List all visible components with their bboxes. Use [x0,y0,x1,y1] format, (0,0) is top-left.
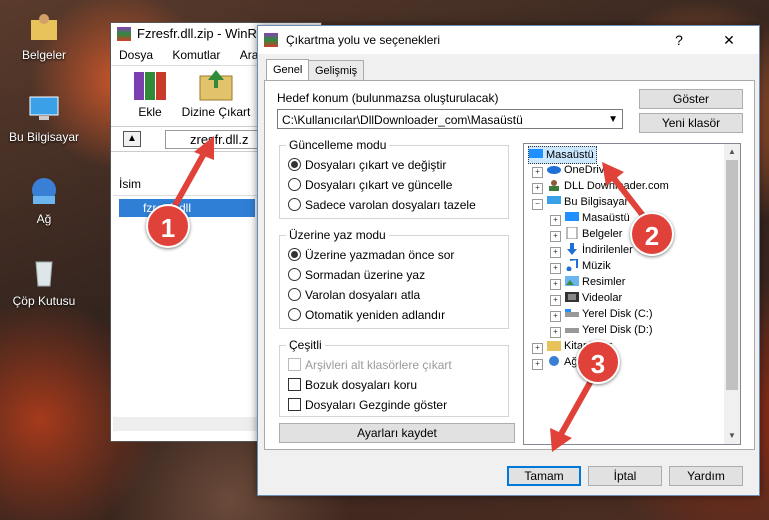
step-badge-2: 2 [630,212,674,256]
annotation-arrows [165,136,651,452]
step-badge-1: 1 [146,204,190,248]
step-badge-3: 3 [576,340,620,384]
